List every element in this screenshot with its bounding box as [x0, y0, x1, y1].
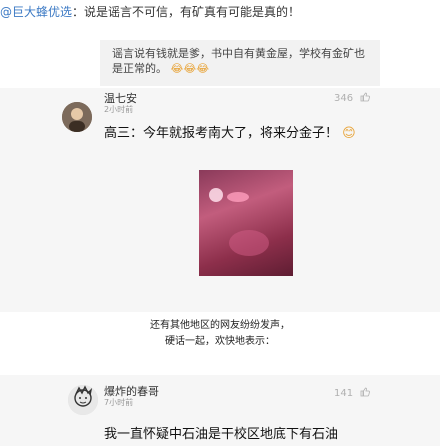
comment-text: 我一直怀疑中石油是干校区地底下有石油 [104, 427, 339, 442]
comment-body: 高三：今年就报考南大了，将来分金子！ [104, 126, 339, 141]
comment-card: 爆炸的春哥 7小时前 141 我一直怀疑中石油是干校区地底下有石油 [0, 375, 440, 446]
comment-emoji: 😊 [342, 126, 356, 141]
caption-line-2: 硬话一起，欢快地表示： [165, 336, 275, 347]
avatar-portrait-icon [62, 102, 92, 132]
photo-shadow [229, 230, 269, 256]
thumbs-up-icon[interactable] [360, 92, 371, 102]
quote-body: 谣言说有钱就是爹，书中自有黄金屋，学校有金矿也是正常的。 [112, 47, 365, 75]
user-avatar-cartoon[interactable] [68, 385, 98, 415]
photo-highlight [227, 192, 249, 202]
comment-text: 高三：今年就报考南大了，将来分金子！ 😊 [104, 122, 356, 141]
post-text: ：说是谣言不可信，有矿真有可能是真的！ [72, 5, 301, 19]
comment-time: 7小时前 [104, 398, 134, 407]
mention-link[interactable]: @巨大蜂优选 [0, 5, 72, 19]
avatar-cartoon-icon [68, 385, 98, 415]
comment-card: 温七安 2小时前 346 高三：今年就报考南大了，将来分金子！ 😊 [0, 88, 440, 312]
like-count: 141 [334, 388, 354, 399]
comment-photo[interactable] [199, 170, 293, 276]
caption-line-1: 还有其他地区的网友纷纷发声， [150, 320, 290, 331]
comment-time: 2小时前 [104, 105, 134, 114]
post-header: @巨大蜂优选：说是谣言不可信，有矿真有可能是真的！ [0, 0, 440, 24]
photo-highlight [209, 188, 223, 202]
like-counter[interactable]: 346 [334, 92, 371, 104]
thumbs-up-icon[interactable] [360, 387, 371, 397]
like-count: 346 [334, 93, 354, 104]
caption: 还有其他地区的网友纷纷发声， 硬话一起，欢快地表示： [0, 318, 440, 350]
like-counter[interactable]: 141 [334, 387, 371, 399]
quote-emoji: 😂😂😂 [170, 62, 210, 75]
quote-text: 谣言说有钱就是爹，书中自有黄金屋，学校有金矿也是正常的。 😂😂😂 [112, 46, 372, 76]
user-avatar[interactable] [62, 102, 92, 132]
